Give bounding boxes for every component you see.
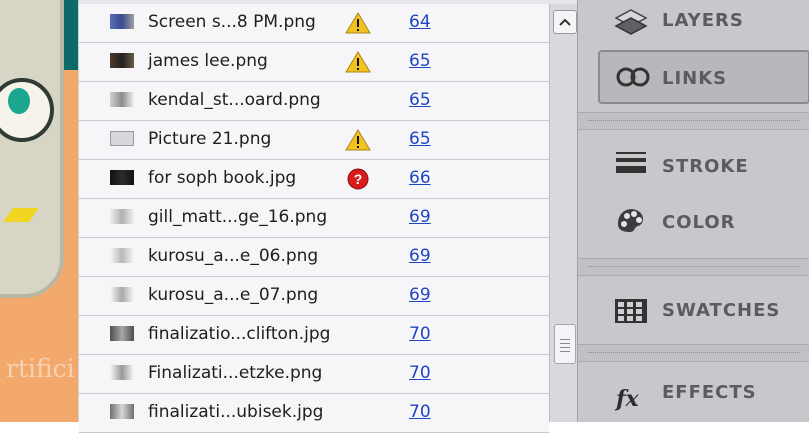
page-link[interactable]: 70 — [409, 324, 431, 344]
document-canvas-fragment: rtifici — [0, 0, 78, 422]
links-list: Screen s...8 PM.png 64 james lee.png 65 … — [79, 4, 549, 433]
canvas-text: rtifici — [6, 354, 75, 383]
link-row[interactable]: for soph book.jpg ? 66 — [79, 160, 549, 199]
link-filename: Screen s...8 PM.png — [148, 12, 316, 32]
effects-icon: fx — [614, 382, 648, 416]
panel-swatches[interactable]: SWATCHES — [578, 280, 809, 340]
link-filename: kendal_st...oard.png — [148, 90, 321, 110]
link-row[interactable]: Screen s...8 PM.png 64 — [79, 4, 549, 43]
links-panel: Screen s...8 PM.png 64 james lee.png 65 … — [78, 0, 579, 433]
grip-line — [560, 343, 570, 344]
grip-line — [560, 339, 570, 340]
panel-separator — [578, 112, 809, 130]
scroll-up-button[interactable] — [553, 10, 577, 34]
page-link[interactable]: 70 — [409, 402, 431, 422]
page-link[interactable]: 69 — [409, 246, 431, 266]
robot-illustration — [0, 0, 64, 298]
panel-links[interactable]: LINKS — [598, 50, 809, 104]
vertical-scrollbar[interactable] — [549, 4, 579, 422]
thumbnail — [110, 53, 134, 68]
link-filename: for soph book.jpg — [148, 168, 297, 188]
link-row[interactable]: kurosu_a...e_07.png 69 — [79, 277, 549, 316]
panel-separator — [578, 344, 809, 362]
link-row[interactable]: Picture 21.png 65 — [79, 121, 549, 160]
page-link[interactable]: 66 — [409, 168, 431, 188]
thumbnail — [110, 326, 134, 341]
grip-line — [560, 347, 570, 348]
panel-label: SWATCHES — [662, 300, 781, 321]
link-filename: james lee.png — [148, 51, 268, 71]
thumbnail — [110, 287, 134, 302]
svg-text:fx: fx — [614, 386, 639, 412]
link-filename: finalizatio...clifton.jpg — [148, 324, 331, 344]
warning-icon — [345, 129, 371, 151]
link-filename: finalizati...ubisek.jpg — [148, 402, 324, 422]
thumbnail — [110, 92, 134, 107]
page-link[interactable]: 69 — [409, 207, 431, 227]
link-row[interactable]: kurosu_a...e_06.png 69 — [79, 238, 549, 277]
svg-text:?: ? — [354, 171, 363, 187]
panel-dock: LAYERS LINKS STROKE COLOR SWATCHES fx EF… — [577, 0, 809, 422]
thumbnail — [110, 170, 134, 185]
grip-line — [560, 351, 570, 352]
link-row[interactable]: finalizati...ubisek.jpg 70 — [79, 394, 549, 433]
panel-label: STROKE — [662, 156, 749, 177]
stroke-icon — [614, 146, 648, 180]
link-row[interactable]: gill_matt...ge_16.png 69 — [79, 199, 549, 238]
link-filename: gill_matt...ge_16.png — [148, 207, 328, 227]
page-link[interactable]: 65 — [409, 129, 431, 149]
panel-label: COLOR — [662, 212, 736, 233]
link-filename: kurosu_a...e_06.png — [148, 246, 319, 266]
thumbnail — [110, 404, 134, 419]
layers-icon — [614, 8, 648, 42]
panel-separator — [578, 258, 809, 276]
panel-label: EFFECTS — [662, 382, 757, 403]
panel-layers[interactable]: LAYERS — [578, 0, 809, 46]
panel-label: LAYERS — [662, 10, 744, 31]
page-link[interactable]: 69 — [409, 285, 431, 305]
link-filename: Finalizati...etzke.png — [148, 363, 323, 383]
panel-stroke[interactable]: STROKE — [578, 134, 809, 190]
panel-effects[interactable]: fx EFFECTS — [578, 366, 809, 422]
link-filename: kurosu_a...e_07.png — [148, 285, 319, 305]
warning-icon — [345, 12, 371, 34]
page-link[interactable]: 65 — [409, 90, 431, 110]
missing-link-icon: ? — [345, 168, 371, 190]
link-row[interactable]: kendal_st...oard.png 65 — [79, 82, 549, 121]
thumbnail — [110, 14, 134, 29]
link-row[interactable]: Finalizati...etzke.png 70 — [79, 355, 549, 394]
page-link[interactable]: 65 — [409, 51, 431, 71]
panel-color[interactable]: COLOR — [578, 192, 809, 252]
link-row[interactable]: finalizatio...clifton.jpg 70 — [79, 316, 549, 355]
swatches-icon — [614, 298, 648, 332]
link-filename: Picture 21.png — [148, 129, 272, 149]
thumbnail — [110, 131, 134, 146]
page-link[interactable]: 70 — [409, 363, 431, 383]
thumbnail — [110, 209, 134, 224]
scroll-thumb[interactable] — [554, 324, 576, 364]
thumbnail — [110, 365, 134, 380]
panel-label: LINKS — [662, 68, 728, 89]
thumbnail — [110, 248, 134, 263]
links-icon — [614, 62, 650, 96]
robot-pupil — [8, 88, 30, 114]
warning-icon — [345, 51, 371, 73]
link-row[interactable]: james lee.png 65 — [79, 43, 549, 82]
color-icon — [614, 204, 648, 238]
page-link[interactable]: 64 — [409, 12, 431, 32]
